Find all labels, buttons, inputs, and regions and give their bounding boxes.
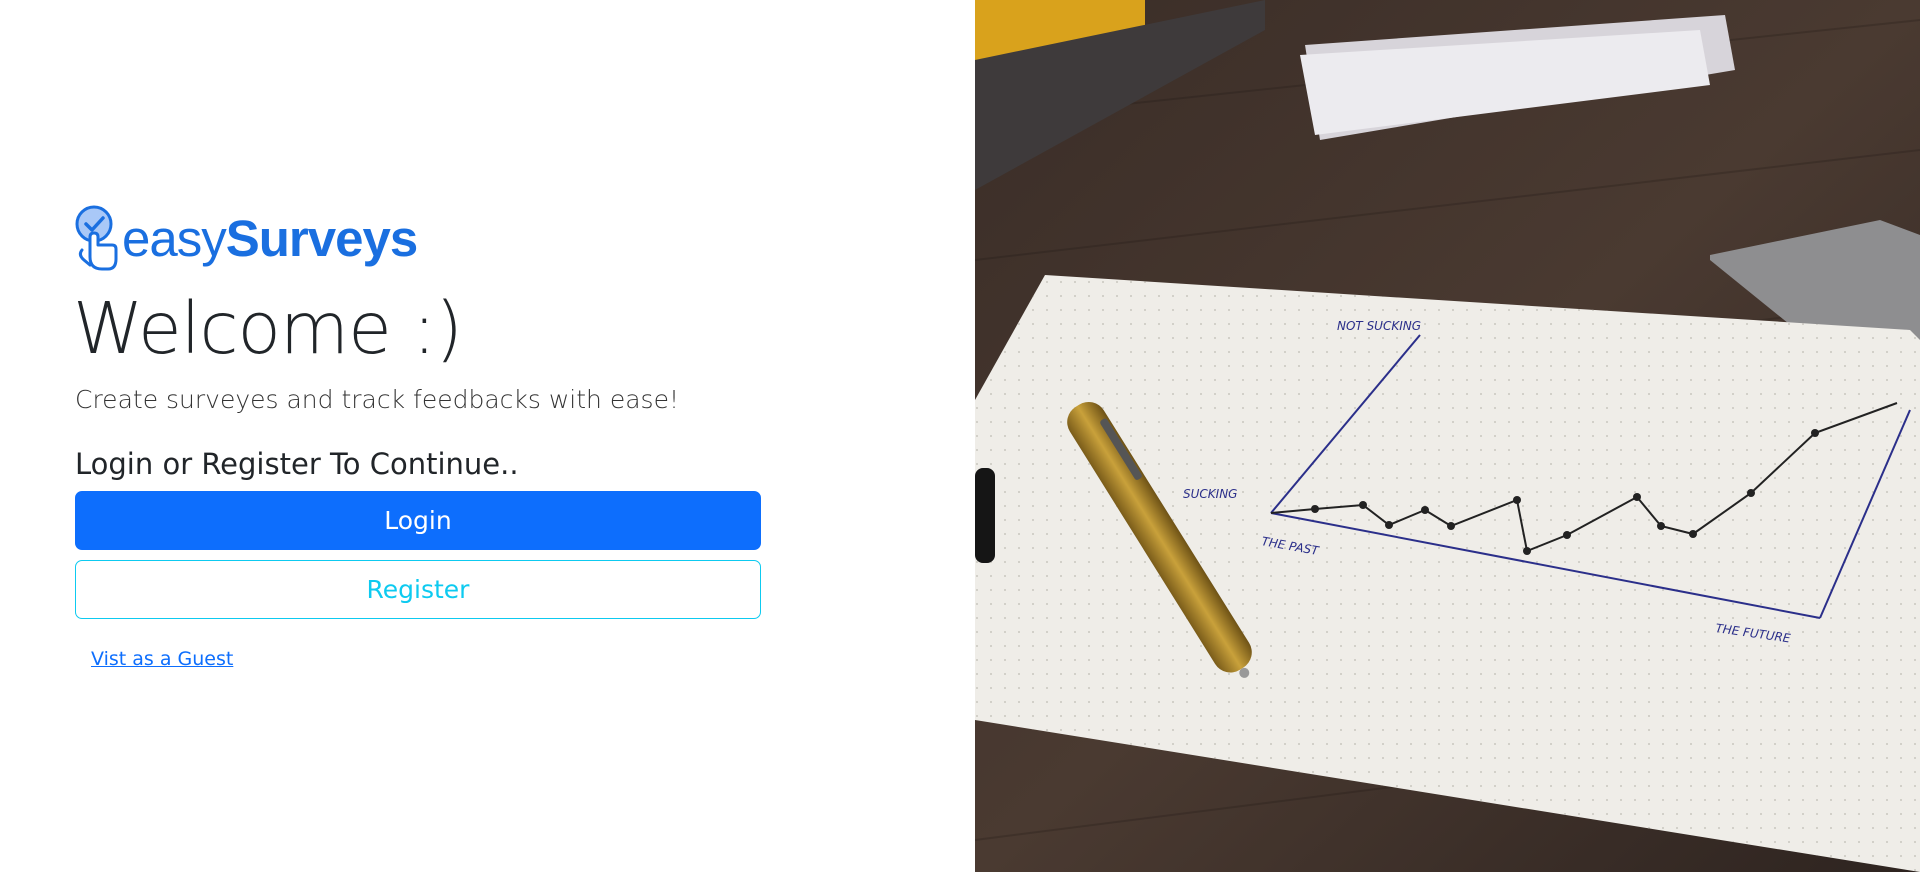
tagline: Create surveyes and track feedbacks with… [75,385,679,414]
login-button[interactable]: Login [75,491,761,550]
desk-notebook-photo: NOT SUCKING SUCKING THE PAST THE FUTURE [975,0,1920,872]
hero-photo: NOT SUCKING SUCKING THE PAST THE FUTURE [975,0,1920,872]
login-panel: easySurveys Welcome :) Create surveyes a… [0,0,975,872]
photo-label-sucking: SUCKING [1183,487,1237,501]
survey-check-pin-icon [75,205,118,271]
auth-prompt: Login or Register To Continue.. [75,447,519,481]
guest-link[interactable]: Vist as a Guest [91,648,233,670]
welcome-heading: Welcome :) [73,287,463,370]
brand-logo: easySurveys [74,203,418,273]
brand-wordmark: easySurveys [122,209,418,267]
photo-label-not-sucking: NOT SUCKING [1337,319,1421,333]
register-button[interactable]: Register [75,560,761,619]
